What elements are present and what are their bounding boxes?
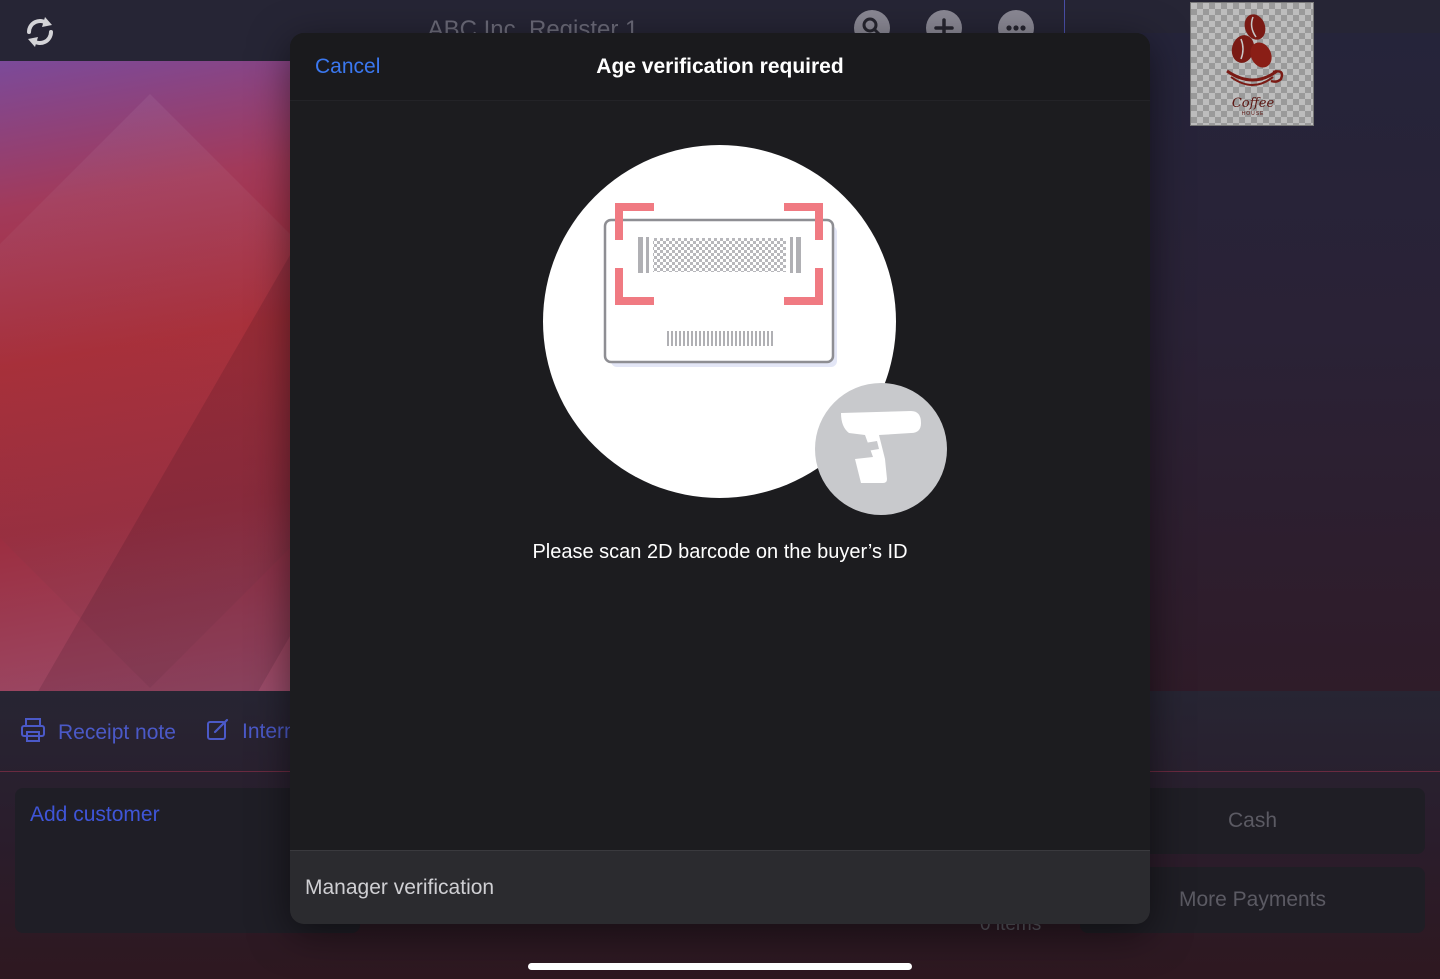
- modal-title: Age verification required: [596, 55, 844, 78]
- barcode-scanner-circle: [815, 383, 947, 515]
- coffee-house-logo[interactable]: Coffee HOUSE: [1190, 2, 1314, 126]
- home-indicator[interactable]: [528, 963, 912, 970]
- internal-note-label: Intern: [242, 720, 296, 743]
- add-customer-label: Add customer: [30, 803, 160, 826]
- receipt-note-button[interactable]: Receipt note: [20, 717, 176, 749]
- logo-subtext: HOUSE: [1241, 111, 1265, 117]
- receipt-note-label: Receipt note: [58, 721, 176, 744]
- printer-icon: [20, 717, 46, 749]
- internal-note-button[interactable]: Intern: [206, 717, 296, 747]
- scan-instruction: Please scan 2D barcode on the buyer’s ID: [532, 541, 908, 563]
- edit-icon: [206, 717, 230, 747]
- sync-icon[interactable]: [22, 12, 58, 52]
- barcode-scanner-icon: [841, 411, 921, 483]
- logo-text: Coffee: [1231, 96, 1275, 111]
- more-payments-label: More Payments: [1178, 888, 1327, 911]
- manager-verification-button[interactable]: Manager verification: [290, 850, 1150, 924]
- cash-label: Cash: [1227, 809, 1278, 832]
- manager-verification-label: Manager verification: [305, 876, 495, 899]
- age-verification-modal: Cancel Age verification required Please …: [290, 33, 1150, 924]
- hero-image: [0, 61, 291, 691]
- header-divider: [1064, 0, 1065, 33]
- modal-header: Cancel Age verification required: [290, 33, 1150, 101]
- scan-id-illustration: [543, 145, 948, 517]
